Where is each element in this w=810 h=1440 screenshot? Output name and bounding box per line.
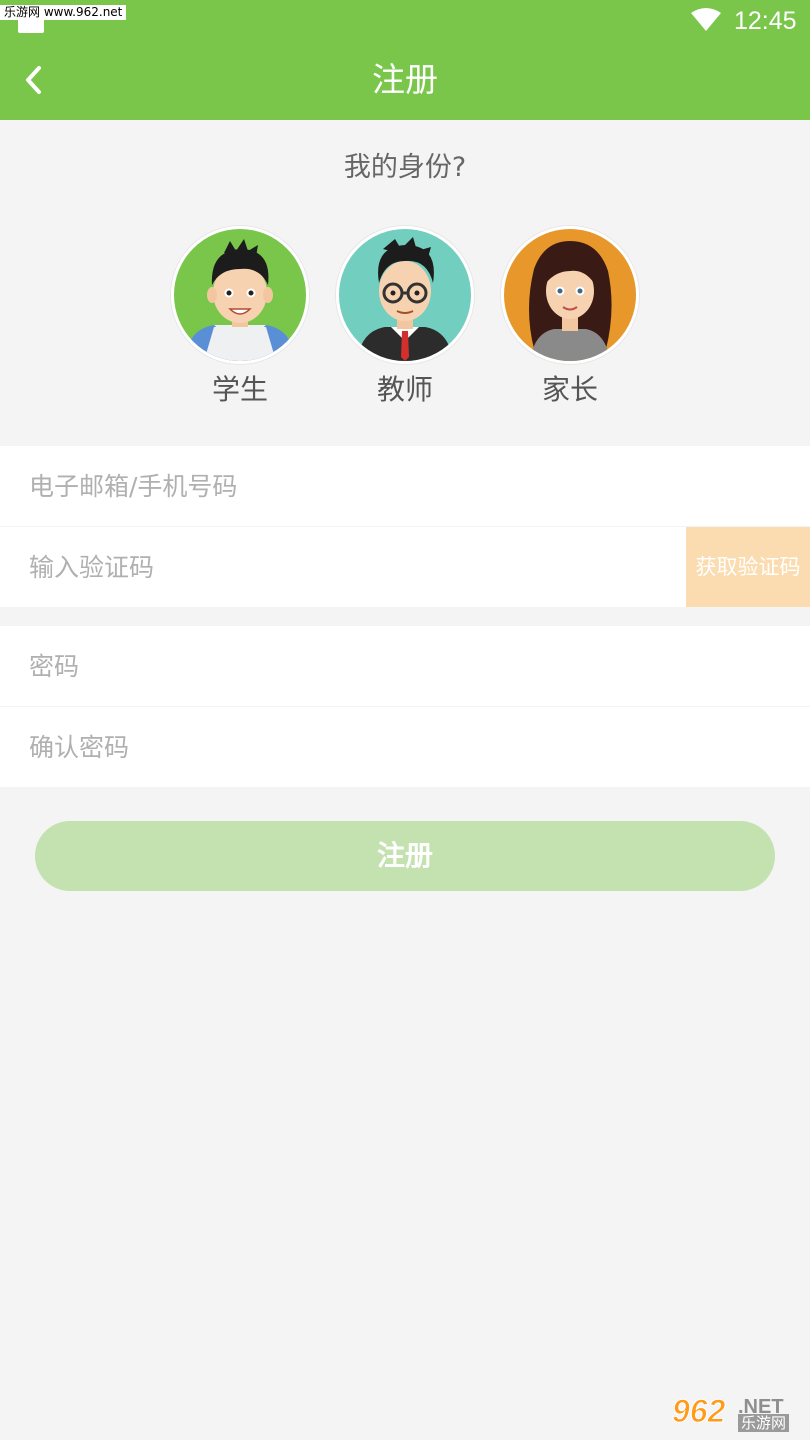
register-button[interactable]: 注册 (35, 821, 775, 891)
role-student-label: 学生 (211, 373, 268, 406)
role-teacher-label: 教师 (376, 373, 433, 406)
notification-icon (18, 19, 44, 33)
parent-avatar-image (504, 229, 636, 361)
get-code-button[interactable]: 获取验证码 (686, 527, 810, 607)
teacher-avatar (336, 226, 474, 364)
student-avatar (171, 226, 309, 364)
watermark-digits: 962 (671, 1393, 726, 1429)
wifi-icon (691, 8, 721, 31)
watermark-cn: 乐游网 (738, 1414, 790, 1432)
watermark-logo: 962 .NET 乐游网 (671, 1393, 804, 1434)
role-parent[interactable]: 家长 (500, 226, 640, 410)
verification-code-field-row: 获取验证码 (0, 527, 810, 607)
role-teacher[interactable]: 教师 (335, 226, 475, 410)
parent-avatar (501, 226, 639, 364)
password-field-row (0, 626, 810, 706)
confirm-password-field-row (0, 707, 810, 787)
email-phone-input[interactable] (0, 446, 810, 526)
page-title: 注册 (372, 60, 438, 99)
email-phone-field-row (0, 446, 810, 526)
role-parent-label: 家长 (541, 373, 598, 406)
student-avatar-image (174, 229, 306, 361)
role-student[interactable]: 学生 (170, 226, 310, 410)
teacher-avatar-image (339, 229, 471, 361)
app-bar: 注册 (0, 40, 810, 120)
confirm-password-input[interactable] (0, 707, 810, 787)
password-input[interactable] (0, 626, 810, 706)
status-bar: 乐游网 www.962.net 12:45 (0, 0, 810, 40)
verification-code-input[interactable] (0, 527, 686, 607)
identity-question: 我的身份? (343, 152, 467, 183)
watermark-text: 乐游网 www.962.net (0, 5, 127, 20)
status-time: 12:45 (734, 7, 797, 35)
